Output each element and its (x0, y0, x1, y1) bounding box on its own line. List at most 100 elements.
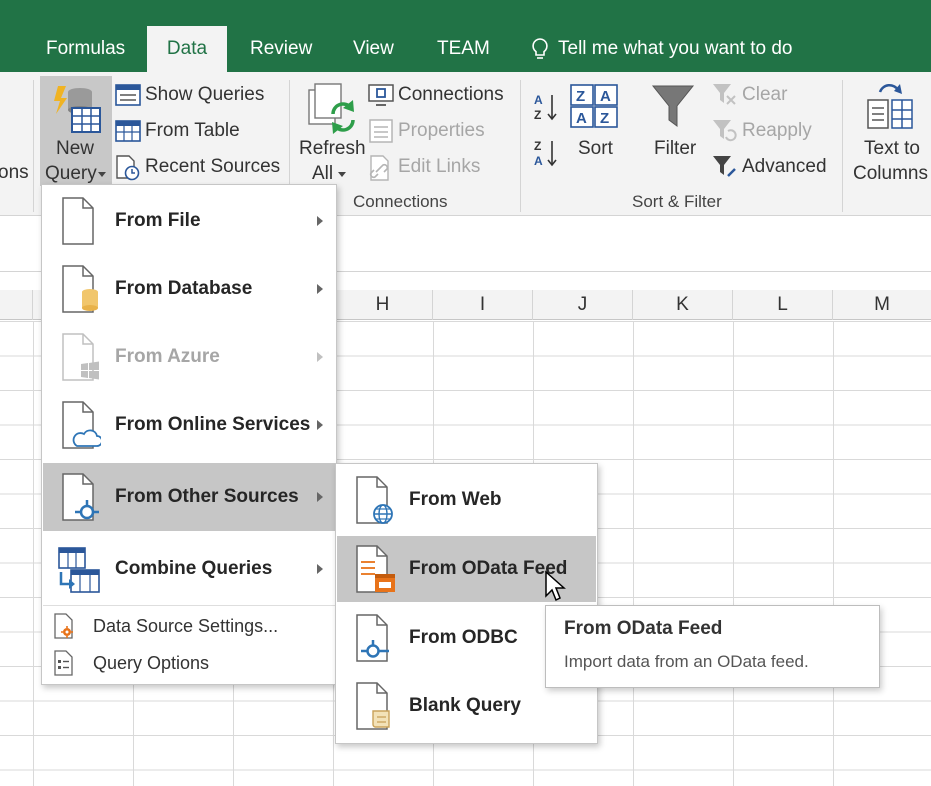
menu-item-from-azure[interactable]: From Azure (43, 323, 335, 391)
menu-item-query-options[interactable]: Query Options (43, 645, 335, 681)
mouse-cursor-icon (545, 570, 566, 602)
tab-review[interactable]: Review (234, 26, 328, 72)
menu-separator (43, 605, 335, 606)
tell-me-box[interactable]: Tell me what you want to do (530, 26, 792, 72)
filter-button[interactable]: Filter (654, 138, 696, 160)
lightbulb-icon (532, 38, 548, 59)
svg-text:A: A (576, 110, 587, 127)
submenu-arrow-icon (317, 216, 323, 226)
other-sources-file-icon (62, 473, 99, 521)
new-query-label-line2: Query (45, 163, 97, 184)
text-to-columns-icon (867, 83, 913, 129)
edit-links-button[interactable]: Edit Links (398, 156, 480, 178)
menu-item-from-online-services[interactable]: From Online Services (43, 391, 335, 459)
column-header-cutoff (0, 290, 33, 320)
chevron-down-icon (338, 172, 346, 177)
new-query-icon (54, 86, 101, 133)
clear-filter-icon (713, 84, 736, 105)
recent-sources-icon (116, 155, 140, 181)
new-query-menu: From File From Database From Azure From … (41, 184, 337, 685)
menu-item-from-database[interactable]: From Database (43, 255, 335, 323)
menu-item-label: From Online Services (115, 414, 311, 435)
edit-links-icon (369, 155, 389, 181)
refresh-all-label-line2[interactable]: All (312, 163, 333, 185)
menu-item-combine-queries[interactable]: Combine Queries (43, 535, 335, 603)
query-options-icon (54, 650, 73, 676)
filter-icon (651, 85, 695, 127)
combine-queries-icon (58, 547, 100, 593)
connections-button[interactable]: Connections (398, 84, 504, 106)
tell-me-text: Tell me what you want to do (558, 38, 793, 59)
tab-view[interactable]: View (337, 26, 410, 72)
menu-item-from-file[interactable]: From File (43, 187, 335, 255)
ribbon-separator (520, 80, 521, 212)
menu-item-from-web[interactable]: From Web (337, 466, 596, 534)
text-to-columns-label-line2[interactable]: Columns (853, 163, 928, 185)
ribbon-tab-bar: Formulas Data Review View TEAM Tell me w… (0, 0, 931, 72)
blank-query-icon (356, 682, 390, 730)
submenu-arrow-icon (317, 284, 323, 294)
menu-item-label: From ODBC (409, 627, 518, 648)
column-header[interactable]: K (633, 290, 733, 320)
from-table-button[interactable]: From Table (145, 120, 240, 142)
ribbon-cutoff-label: ons (0, 162, 29, 183)
advanced-button[interactable]: Advanced (742, 156, 827, 178)
refresh-all-icon (308, 83, 355, 134)
reapply-button[interactable]: Reapply (742, 120, 812, 142)
cloud-file-icon (62, 401, 101, 449)
column-header[interactable]: H (333, 290, 433, 320)
sort-z-to-a-icon: ZA (534, 139, 557, 168)
svg-text:Z: Z (534, 139, 541, 153)
odbc-file-icon (356, 614, 389, 662)
tab-data[interactable]: Data (147, 26, 227, 72)
sort-filter-group-label: Sort & Filter (632, 192, 722, 211)
menu-item-data-source-settings[interactable]: Data Source Settings... (43, 608, 335, 644)
table-icon (115, 120, 141, 142)
menu-item-label: From File (115, 210, 201, 231)
column-header[interactable]: L (733, 290, 833, 320)
submenu-arrow-icon (317, 352, 323, 362)
menu-item-label: Query Options (93, 652, 210, 673)
web-file-icon (356, 476, 393, 524)
menu-item-from-other-sources[interactable]: From Other Sources (43, 463, 335, 531)
menu-item-label: Combine Queries (115, 558, 273, 579)
submenu-arrow-icon (317, 564, 323, 574)
text-to-columns-label-line1[interactable]: Text to (864, 138, 920, 160)
svg-text:A: A (534, 93, 543, 107)
submenu-arrow-icon (317, 420, 323, 430)
tooltip-title: From OData Feed (564, 618, 723, 639)
menu-item-label: From Other Sources (115, 486, 299, 507)
submenu-arrow-icon (317, 492, 323, 502)
column-header[interactable]: I (433, 290, 533, 320)
menu-item-label: Data Source Settings... (93, 615, 279, 636)
svg-text:A: A (534, 154, 543, 168)
recent-sources-button[interactable]: Recent Sources (145, 156, 280, 178)
menu-item-label: From Azure (115, 346, 220, 367)
column-header[interactable]: J (533, 290, 633, 320)
sort-icon: Z AA Z (570, 84, 618, 128)
azure-file-icon (62, 333, 99, 381)
tab-formulas[interactable]: Formulas (30, 26, 141, 72)
show-queries-button[interactable]: Show Queries (145, 84, 264, 106)
properties-icon (369, 119, 393, 143)
svg-text:Z: Z (600, 110, 609, 127)
sort-button[interactable]: Sort (578, 138, 613, 160)
tooltip-description: Import data from an OData feed. (564, 652, 809, 671)
file-icon (62, 197, 94, 245)
svg-text:Z: Z (576, 88, 585, 105)
column-header[interactable]: M (833, 290, 931, 320)
new-query-label-line1: New (56, 138, 95, 159)
menu-item-label: From Database (115, 278, 253, 299)
odata-feed-icon (356, 545, 395, 593)
tab-team[interactable]: TEAM (421, 26, 506, 72)
svg-text:Z: Z (534, 108, 541, 122)
properties-button[interactable]: Properties (398, 120, 485, 142)
svg-text:A: A (600, 88, 611, 105)
advanced-filter-icon (713, 156, 736, 177)
clear-button[interactable]: Clear (742, 84, 787, 106)
database-file-icon (62, 265, 98, 313)
refresh-all-label-line1[interactable]: Refresh (299, 138, 366, 160)
show-queries-icon (115, 84, 141, 106)
ribbon-separator (842, 80, 843, 212)
menu-item-label: From Web (409, 489, 502, 510)
